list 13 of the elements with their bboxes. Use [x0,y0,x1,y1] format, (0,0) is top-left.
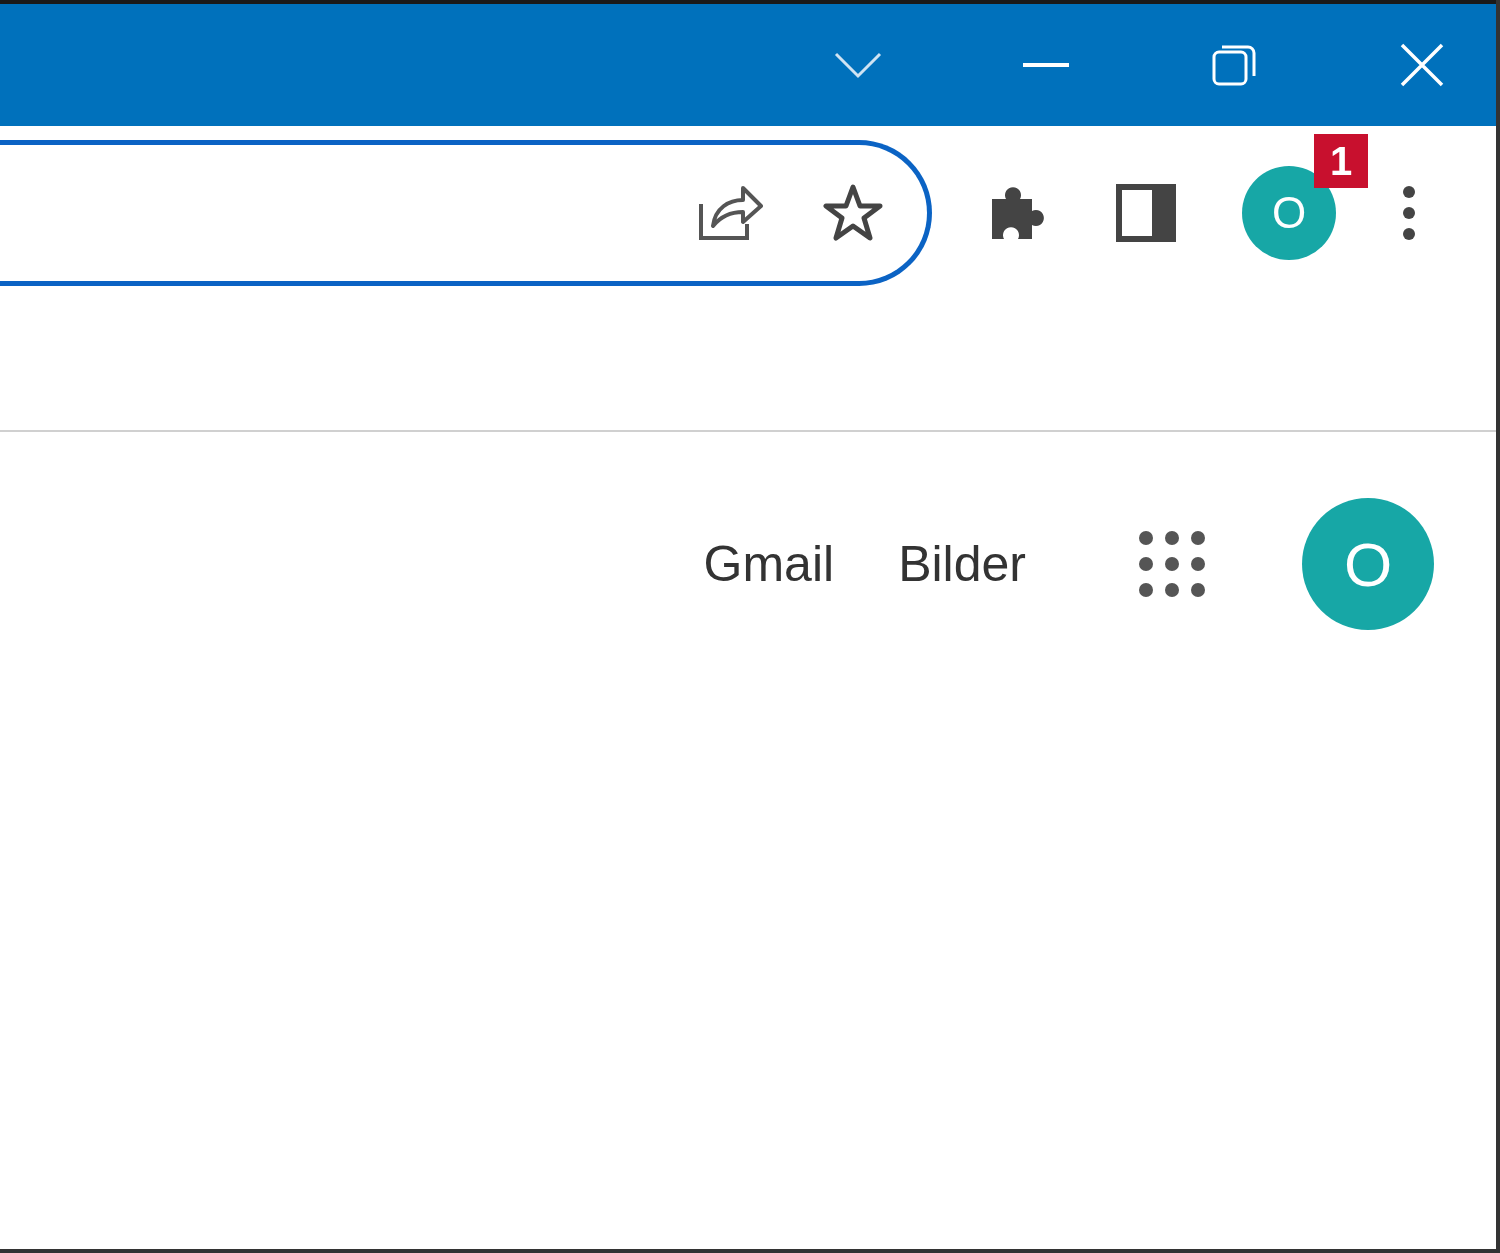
side-panel-icon[interactable] [1116,184,1176,242]
restore-icon [1211,43,1257,87]
minimize-icon [1023,63,1069,67]
chevron-down-icon [834,51,882,79]
nav-link[interactable]: Gmail [703,526,835,602]
apps-grid-icon[interactable] [1138,530,1206,598]
star-icon[interactable] [823,184,883,242]
notification-badge: 1 [1314,134,1368,188]
share-icon[interactable] [697,184,763,242]
menu-icon[interactable] [1402,185,1416,241]
address-bar[interactable] [0,140,932,286]
nav-link[interactable]: Bilder [898,526,1026,602]
close-icon [1399,42,1445,88]
